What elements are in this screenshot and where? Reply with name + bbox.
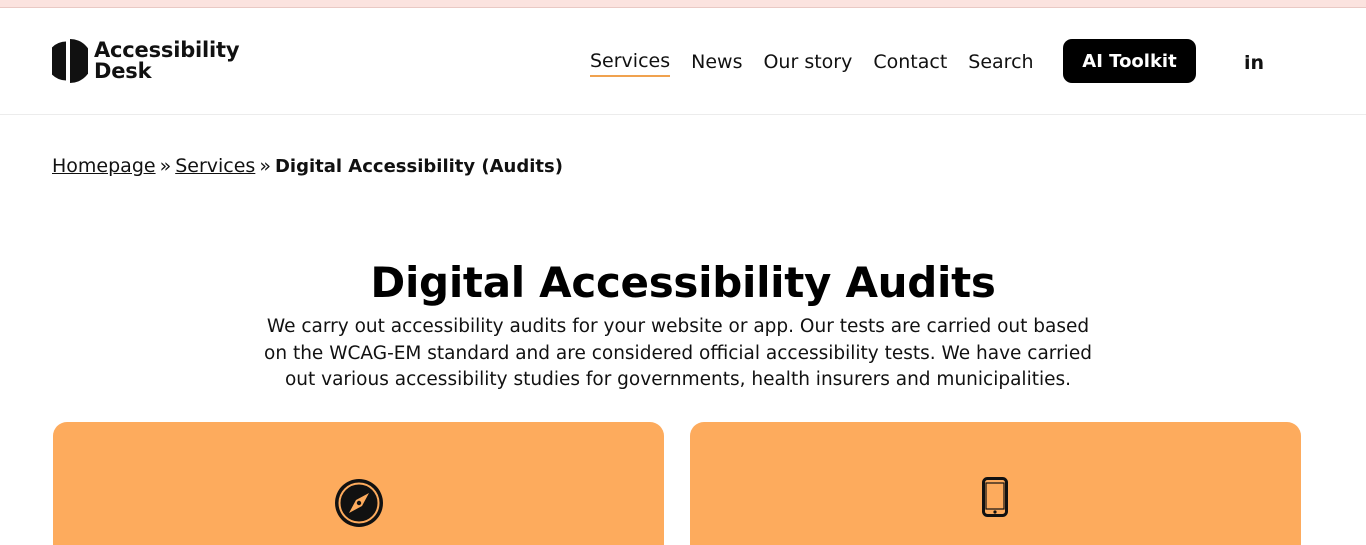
breadcrumb: Homepage» Services» Digital Accessibility … <box>52 155 563 177</box>
nav-item-our-story[interactable]: Our story <box>763 50 852 76</box>
ai-toolkit-button[interactable]: AI Toolkit <box>1063 39 1196 83</box>
logo-line-2: Desk <box>94 59 152 83</box>
logo-icon <box>52 39 88 83</box>
nav-item-services[interactable]: Services <box>590 49 671 77</box>
site-header: Accessibility Desk Services News Our sto… <box>0 8 1366 115</box>
smartphone-icon <box>982 477 1008 517</box>
page-title: Digital Accessibility Audits <box>370 258 996 307</box>
main-nav: Services News Our story Contact Search <box>590 49 1055 77</box>
breadcrumb-current: Digital Accessibility (Audits) <box>274 156 563 177</box>
intro-text: We carry out accessibility audits for yo… <box>264 316 1092 390</box>
breadcrumb-separator: » <box>159 155 172 177</box>
service-card-web[interactable] <box>53 422 664 545</box>
breadcrumb-services[interactable]: Services <box>175 155 255 177</box>
compass-icon <box>335 479 383 527</box>
breadcrumb-separator: » <box>259 155 271 177</box>
nav-item-news[interactable]: News <box>691 50 742 76</box>
service-card-app[interactable] <box>690 422 1301 545</box>
nav-item-contact[interactable]: Contact <box>873 50 947 76</box>
linkedin-icon[interactable]: in <box>1244 52 1264 74</box>
nav-item-search[interactable]: Search <box>968 50 1033 76</box>
breadcrumb-home[interactable]: Homepage <box>52 155 156 177</box>
logo-link[interactable]: Accessibility Desk <box>52 38 240 84</box>
logo-line-1: Accessibility <box>94 38 240 62</box>
logo-text: Accessibility Desk <box>94 38 240 83</box>
top-strip <box>0 0 1366 8</box>
